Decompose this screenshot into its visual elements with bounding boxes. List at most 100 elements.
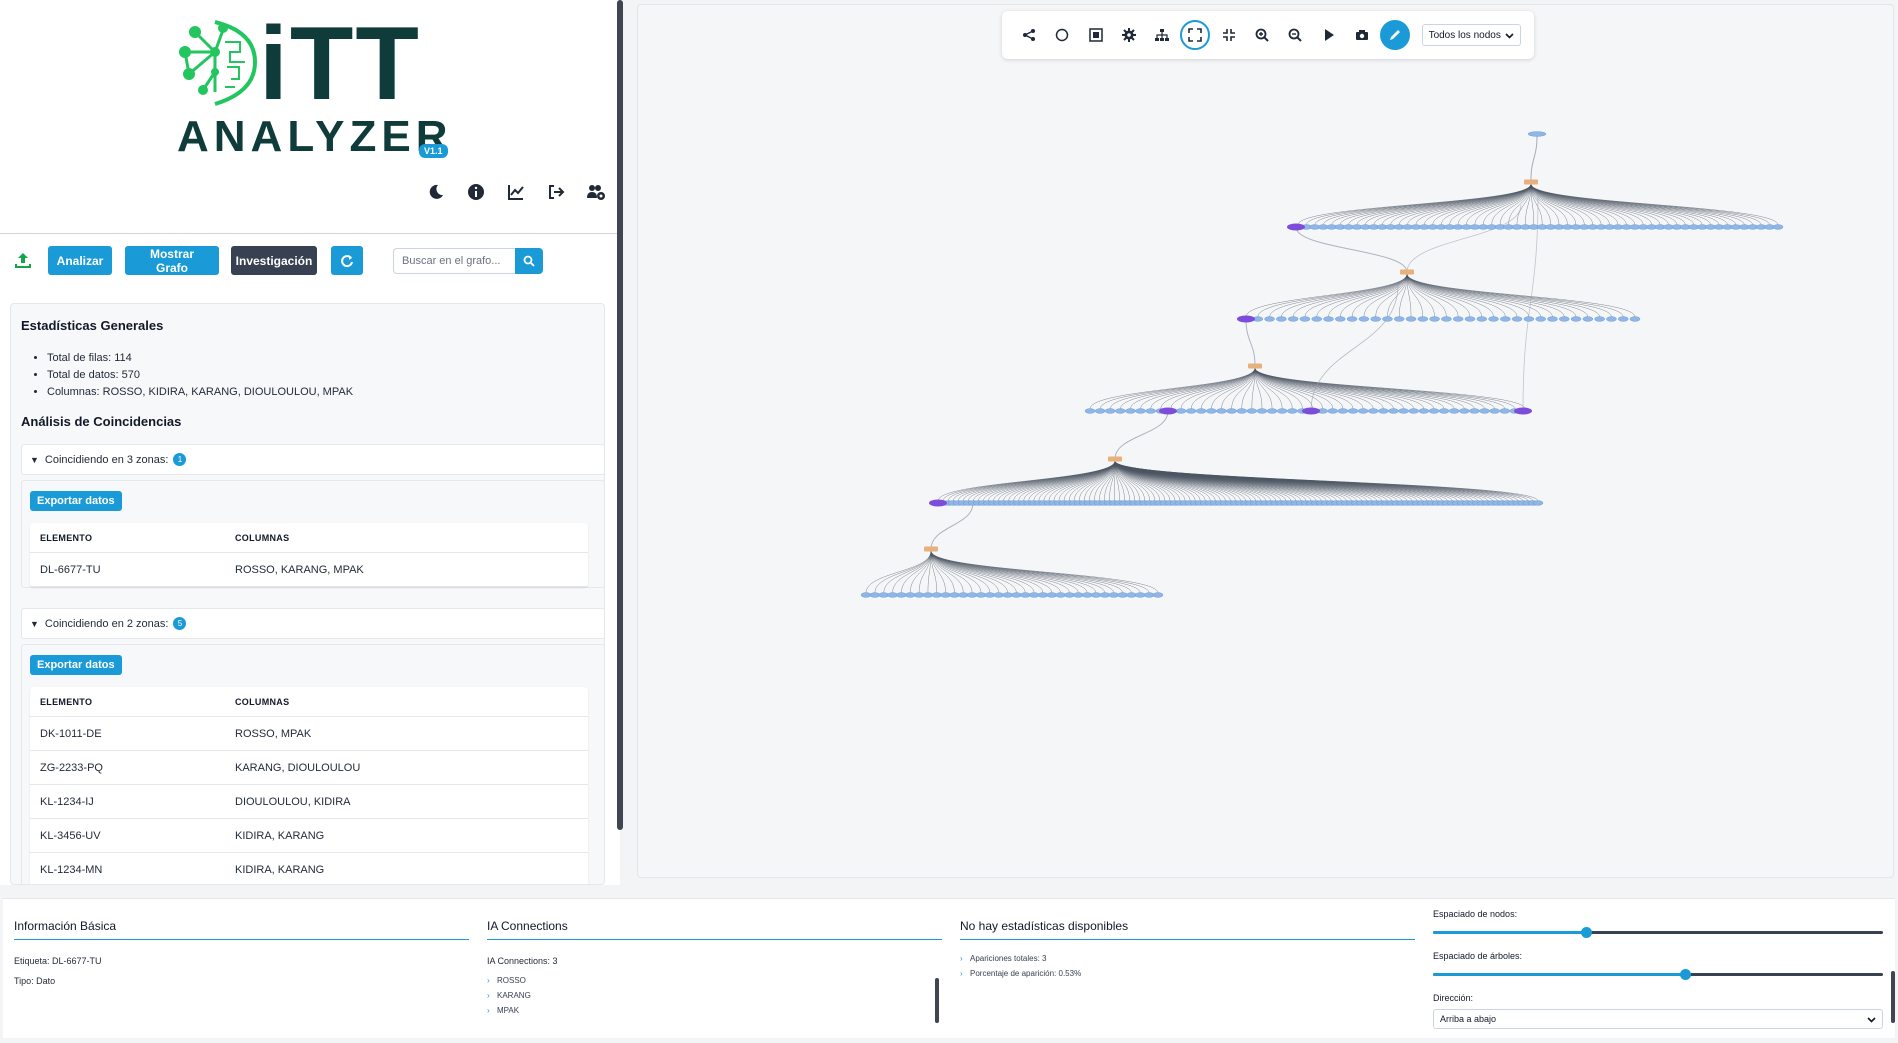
graph-node[interactable] [1311, 316, 1322, 322]
graph-node[interactable] [1618, 316, 1629, 322]
graph-node[interactable] [1358, 316, 1370, 322]
graph-node[interactable] [1370, 316, 1381, 322]
export-button[interactable]: Exportar datos [30, 491, 122, 511]
graph-node[interactable] [1287, 316, 1299, 322]
graph-node[interactable] [1500, 316, 1511, 322]
node-filter-select[interactable]: Todos los nodos [1421, 24, 1521, 46]
graph-hub-node[interactable] [924, 546, 938, 552]
graph-node[interactable] [958, 592, 969, 598]
graph-node[interactable] [1489, 408, 1500, 414]
graph-node[interactable] [1368, 408, 1379, 414]
graph-hub-node[interactable] [1248, 363, 1262, 369]
graph-svg[interactable] [638, 5, 1895, 879]
graph-node[interactable] [1523, 316, 1535, 322]
graph-node[interactable] [1417, 316, 1429, 322]
graph-highlight-node[interactable] [1237, 315, 1255, 323]
graph-node[interactable] [1037, 592, 1049, 598]
graph-node[interactable] [1046, 592, 1058, 598]
graph-highlight-node[interactable] [929, 499, 947, 507]
graph-node[interactable] [1511, 316, 1523, 322]
details-scrollbar[interactable] [1891, 971, 1895, 1023]
moon-icon[interactable] [425, 183, 447, 205]
expand-icon[interactable] [1180, 20, 1211, 50]
graph-node[interactable] [966, 592, 978, 598]
graph-node[interactable] [1135, 408, 1146, 414]
graph-node[interactable] [940, 592, 951, 598]
graph-node[interactable] [1408, 408, 1419, 414]
graph-node[interactable] [1337, 408, 1349, 414]
graph-node[interactable] [1346, 316, 1358, 322]
graph-node[interactable] [1125, 408, 1136, 414]
graph-node[interactable] [1547, 316, 1558, 322]
upload-icon[interactable] [12, 250, 34, 272]
accordion-3-zones[interactable]: ▼ Coincidiendo en 3 zonas: 1 [21, 444, 604, 475]
graph-node[interactable] [1115, 408, 1126, 414]
graph-node[interactable] [1532, 500, 1544, 506]
table-row[interactable]: DL-6677-TU ROSSO, KARANG, MPAK [30, 553, 588, 587]
graph-node[interactable] [1256, 408, 1268, 414]
graph-node[interactable] [1276, 316, 1287, 322]
refresh-button[interactable] [331, 246, 363, 275]
pen-icon[interactable] [1380, 20, 1411, 50]
graph-node[interactable] [1099, 592, 1111, 598]
graph-node[interactable] [1629, 316, 1641, 322]
graph-node[interactable] [1394, 316, 1405, 322]
graph-node[interactable] [984, 592, 996, 598]
accordion-2-zones[interactable]: ▼ Coincidiendo en 2 zonas: 5 [21, 608, 604, 639]
graph-node[interactable] [1264, 316, 1275, 322]
graph-node[interactable] [1287, 408, 1298, 414]
graph-highlight-node[interactable] [1302, 407, 1320, 415]
compress-icon[interactable] [1214, 20, 1244, 50]
graph-canvas[interactable]: Todos los nodos [637, 4, 1894, 878]
graph-node[interactable] [1084, 408, 1096, 414]
graph-node[interactable] [1594, 316, 1605, 322]
graph-node[interactable] [1117, 592, 1128, 598]
graph-node[interactable] [931, 592, 942, 598]
graph-node[interactable] [1064, 592, 1075, 598]
circle-icon[interactable] [1047, 20, 1077, 50]
graph-highlight-node[interactable] [1287, 223, 1305, 231]
graph-node[interactable] [1196, 408, 1207, 414]
graph-node[interactable] [1772, 224, 1784, 230]
search-input[interactable]: Buscar en el grafo... [393, 247, 515, 274]
gear-icon[interactable] [1114, 20, 1144, 50]
graph-node[interactable] [1145, 408, 1156, 414]
graph-highlight-node[interactable] [1514, 407, 1532, 415]
graph-node[interactable] [1438, 408, 1450, 414]
ia-scrollbar[interactable] [935, 978, 939, 1023]
graph-node[interactable] [1448, 408, 1460, 414]
graph-node[interactable] [922, 592, 934, 598]
graph-node[interactable] [1527, 131, 1547, 137]
graph-node[interactable] [1185, 408, 1197, 414]
graph-node[interactable] [1126, 592, 1137, 598]
table-row[interactable]: ZG-2233-PQ KARANG, DIOULOULOU [30, 751, 588, 785]
graph-node[interactable] [1476, 316, 1487, 322]
graph-node[interactable] [1246, 408, 1258, 414]
sitemap-icon[interactable] [1147, 20, 1177, 50]
research-button[interactable]: Investigación [231, 246, 317, 275]
users-cog-icon[interactable] [585, 183, 607, 205]
graph-node[interactable] [1469, 408, 1480, 414]
graph-node[interactable] [1082, 592, 1093, 598]
graph-hub-node[interactable] [1108, 456, 1122, 462]
graph-node[interactable] [1055, 592, 1066, 598]
play-icon[interactable] [1314, 20, 1344, 50]
graph-node[interactable] [1108, 592, 1119, 598]
search-button[interactable] [515, 247, 543, 274]
graph-node[interactable] [1028, 592, 1040, 598]
graph-node[interactable] [1582, 316, 1594, 322]
graph-node[interactable] [913, 592, 925, 598]
graph-node[interactable] [1378, 408, 1389, 414]
analyze-button[interactable]: Analizar [48, 246, 112, 275]
graph-node[interactable] [1398, 408, 1409, 414]
zoom-out-icon[interactable] [1280, 20, 1310, 50]
graph-node[interactable] [1216, 408, 1227, 414]
graph-node[interactable] [1226, 408, 1237, 414]
show-graph-button[interactable]: Mostrar Grafo [125, 246, 219, 275]
graph-node[interactable] [975, 592, 987, 598]
graph-node[interactable] [1441, 316, 1452, 322]
graph-node[interactable] [1428, 408, 1440, 414]
graph-node[interactable] [949, 592, 960, 598]
graph-node[interactable] [1090, 592, 1102, 598]
graph-node[interactable] [1606, 316, 1617, 322]
